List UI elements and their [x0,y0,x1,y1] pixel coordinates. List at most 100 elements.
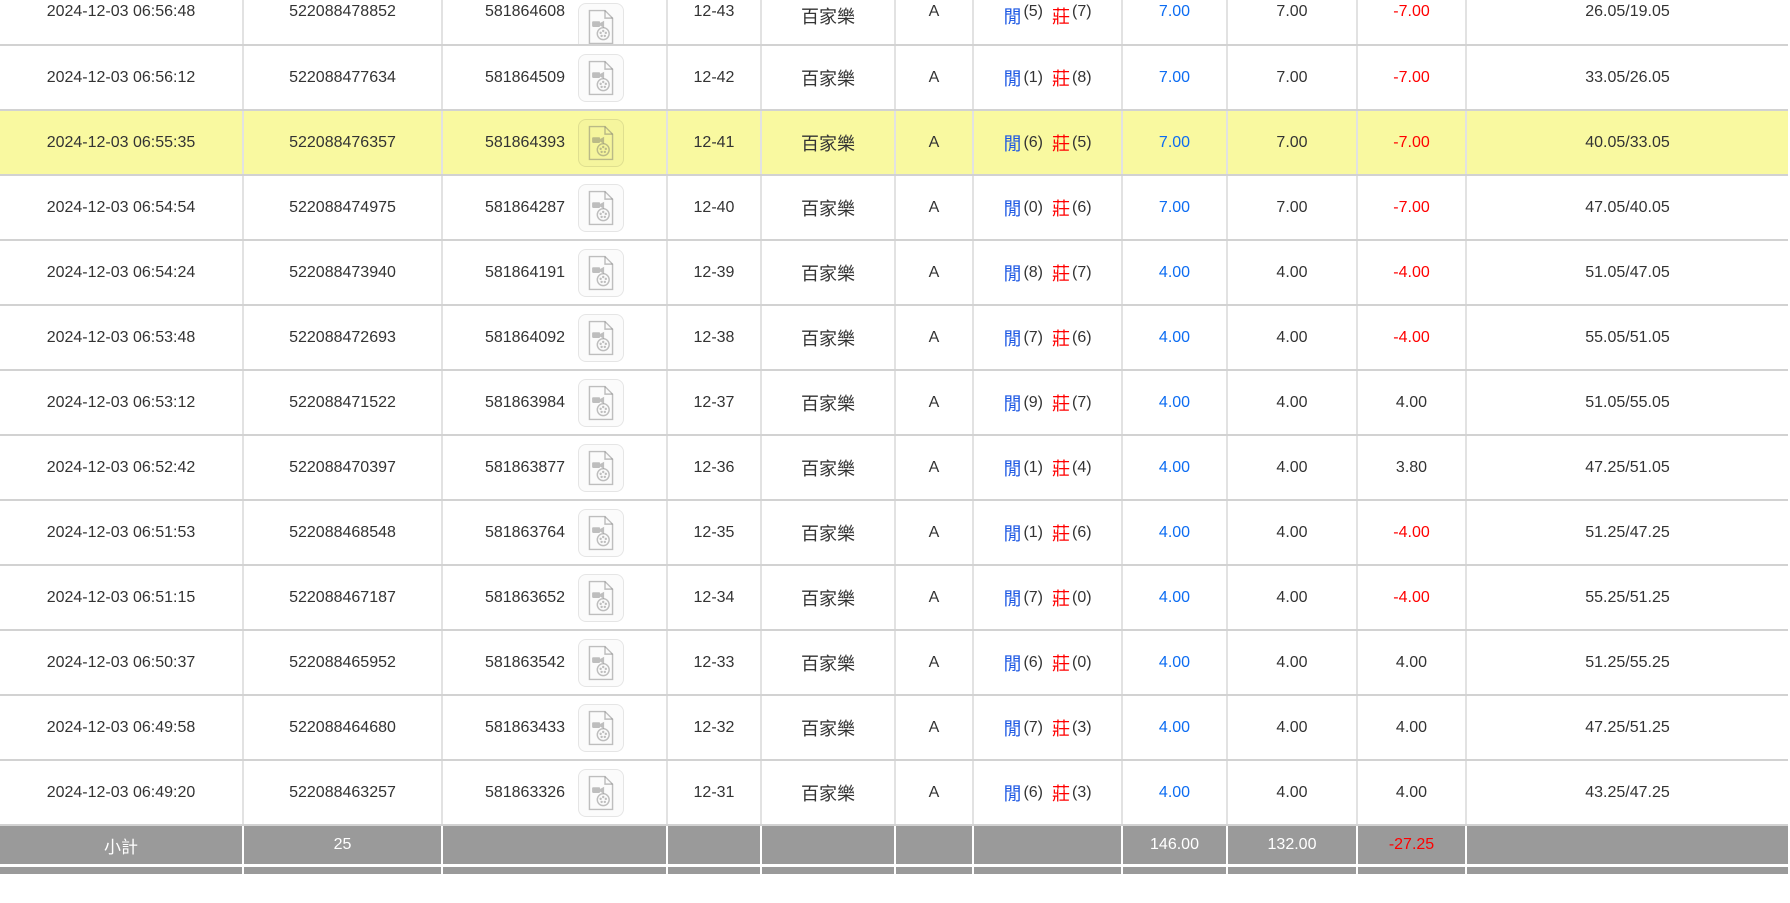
table-code-cell: A [896,306,974,369]
banker-result-label: 莊 [1051,3,1071,29]
bet-amount-link[interactable]: 7.00 [1159,69,1190,87]
banker-result-points: (8) [1071,69,1093,87]
player-result-label: 閒 [1002,520,1022,546]
bet-amount-link[interactable]: 4.00 [1159,589,1190,607]
game-id: 581863764 [485,524,565,542]
video-replay-button[interactable] [578,574,624,622]
table-code-cell: A [896,0,974,44]
round-cell: 12-39 [668,241,762,304]
table-code-cell: A [896,46,974,109]
player-result-points: (1) [1022,459,1044,477]
table-row[interactable]: 2024-12-03 06:49:58 522088464680 5818634… [0,696,1788,761]
video-replay-button[interactable] [578,444,624,492]
bet-amount-cell: 4.00 [1123,566,1228,629]
banker-result-points: (6) [1071,329,1093,347]
balance-cell: 51.25/47.25 [1467,501,1788,564]
video-file-icon [585,710,617,746]
table-row[interactable]: 2024-12-03 06:54:24 522088473940 5818641… [0,241,1788,306]
banker-result-label: 莊 [1051,650,1071,676]
video-replay-button[interactable] [578,3,624,44]
table-code-cell: A [896,371,974,434]
table-row[interactable]: 2024-12-03 06:54:54 522088474975 5818642… [0,176,1788,241]
bet-amount-link[interactable]: 4.00 [1159,329,1190,347]
video-replay-button[interactable] [578,249,624,297]
bet-amount-link[interactable]: 7.00 [1159,134,1190,152]
valid-amount-cell: 4.00 [1228,501,1358,564]
table-row[interactable]: 2024-12-03 06:51:53 522088468548 5818637… [0,501,1788,566]
time-cell: 2024-12-03 06:56:12 [0,46,244,109]
subtotal-empty-cell [896,826,974,864]
table-row[interactable]: 2024-12-03 06:52:42 522088470397 5818638… [0,436,1788,501]
banker-result-label: 莊 [1051,455,1071,481]
banker-result-label: 莊 [1051,130,1071,156]
video-file-icon [585,190,617,226]
game-id-cell: 581863764 [443,501,668,564]
video-replay-button[interactable] [578,379,624,427]
balance-cell: 40.05/33.05 [1467,111,1788,174]
table-row[interactable]: 2024-12-03 06:50:37 522088465952 5818635… [0,631,1788,696]
player-result-points: (8) [1022,264,1044,282]
balance-cell: 47.05/40.05 [1467,176,1788,239]
result-cell: 閒(6) 莊(3) [974,761,1123,824]
video-replay-button[interactable] [578,704,624,752]
round-cell: 12-41 [668,111,762,174]
game-id-cell: 581864509 [443,46,668,109]
time-cell: 2024-12-03 06:52:42 [0,436,244,499]
bet-amount-link[interactable]: 4.00 [1159,719,1190,737]
game-name-cell: 百家樂 [762,631,896,694]
video-file-icon [585,9,617,44]
player-result-points: (6) [1022,654,1044,672]
game-name-cell: 百家樂 [762,696,896,759]
video-file-icon [585,580,617,616]
bet-amount-cell: 7.00 [1123,111,1228,174]
subtotal-label: 小計 [0,826,244,864]
bet-amount-link[interactable]: 4.00 [1159,394,1190,412]
time-cell: 2024-12-03 06:49:58 [0,696,244,759]
table-row[interactable]: 2024-12-03 06:49:20 522088463257 5818633… [0,761,1788,826]
game-id: 581864608 [485,3,565,21]
bet-amount-cell: 4.00 [1123,631,1228,694]
result-cell: 閒(7) 莊(6) [974,306,1123,369]
round-cell: 12-36 [668,436,762,499]
video-replay-button[interactable] [578,769,624,817]
table-code-cell: A [896,176,974,239]
bet-amount-link[interactable]: 4.00 [1159,654,1190,672]
bet-amount-cell: 4.00 [1123,241,1228,304]
round-cell: 12-43 [668,0,762,44]
round-cell: 12-33 [668,631,762,694]
player-result-label: 閒 [1002,455,1022,481]
video-replay-button[interactable] [578,639,624,687]
table-row[interactable]: 2024-12-03 06:56:48 522088478852 5818646… [0,0,1788,46]
video-replay-button[interactable] [578,54,624,102]
banker-result-label: 莊 [1051,520,1071,546]
table-row[interactable]: 2024-12-03 06:51:15 522088467187 5818636… [0,566,1788,631]
video-replay-button[interactable] [578,184,624,232]
video-file-icon [585,60,617,96]
game-id: 581864287 [485,199,565,217]
table-row[interactable]: 2024-12-03 06:53:12 522088471522 5818639… [0,371,1788,436]
bet-amount-link[interactable]: 4.00 [1159,784,1190,802]
game-id: 581863542 [485,654,565,672]
video-file-icon [585,125,617,161]
table-rows: 2024-12-03 06:56:48 522088478852 5818646… [0,0,1788,826]
game-name-cell: 百家樂 [762,566,896,629]
time-cell: 2024-12-03 06:56:48 [0,0,244,44]
video-replay-button[interactable] [578,314,624,362]
video-file-icon [585,775,617,811]
player-result-label: 閒 [1002,390,1022,416]
bet-amount-link[interactable]: 7.00 [1159,3,1190,21]
win-loss-cell: -4.00 [1358,241,1467,304]
bet-amount-link[interactable]: 4.00 [1159,459,1190,477]
game-name-cell: 百家樂 [762,176,896,239]
total-row-clipped [0,867,1788,874]
video-replay-button[interactable] [578,509,624,557]
bet-amount-link[interactable]: 4.00 [1159,524,1190,542]
table-row[interactable]: 2024-12-03 06:53:48 522088472693 5818640… [0,306,1788,371]
video-replay-button[interactable] [578,119,624,167]
bet-amount-link[interactable]: 4.00 [1159,264,1190,282]
table-row[interactable]: 2024-12-03 06:55:35 522088476357 5818643… [0,111,1788,176]
table-row[interactable]: 2024-12-03 06:56:12 522088477634 5818645… [0,46,1788,111]
bet-amount-link[interactable]: 7.00 [1159,199,1190,217]
bet-id-cell: 522088463257 [244,761,443,824]
win-loss-cell: 3.80 [1358,436,1467,499]
